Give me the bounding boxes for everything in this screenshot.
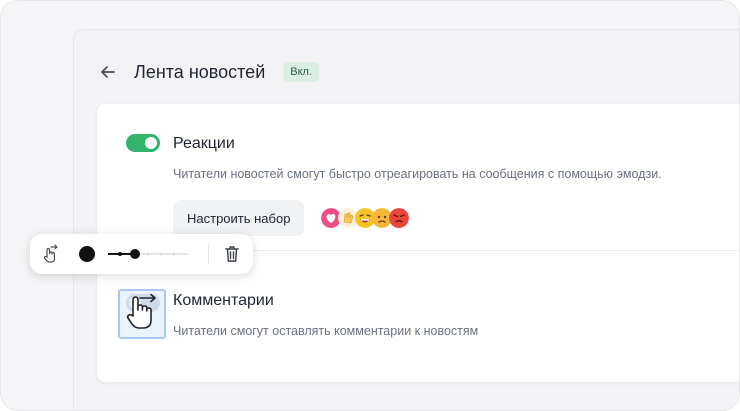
color-swatch[interactable] [79,246,95,262]
drawing-toolbar [30,234,253,274]
reactions-description: Читатели новостей смогут быстро отреагир… [173,167,662,181]
hand-pointer-icon [126,293,156,329]
app-window: Лента новостей Вкл. Реакции Читатели нов… [0,0,740,411]
status-badge: Вкл. [283,62,319,82]
back-arrow-icon[interactable] [98,62,118,82]
comments-description: Читатели смогут оставлять комментарии к … [173,324,479,338]
toggle-knob [145,137,157,149]
emoji-set[interactable] [321,208,409,228]
trash-icon[interactable] [222,244,242,264]
stroke-width-slider[interactable] [108,246,188,262]
setup-set-button[interactable]: Настроить набор [173,200,305,236]
settings-panel: Лента новостей Вкл. Реакции Читатели нов… [73,29,739,410]
page-title: Лента новостей [134,61,266,82]
page-header: Лента новостей Вкл. [98,60,319,84]
toolbar-divider [208,244,209,264]
reactions-toggle[interactable] [126,134,160,152]
reactions-title: Реакции [173,135,235,152]
angry-emoji-icon [389,208,409,228]
hand-swipe-icon[interactable] [41,244,61,264]
comments-title: Комментарии [173,292,274,309]
reactions-section: Реакции Читатели новостей смогут быстро … [97,104,739,250]
